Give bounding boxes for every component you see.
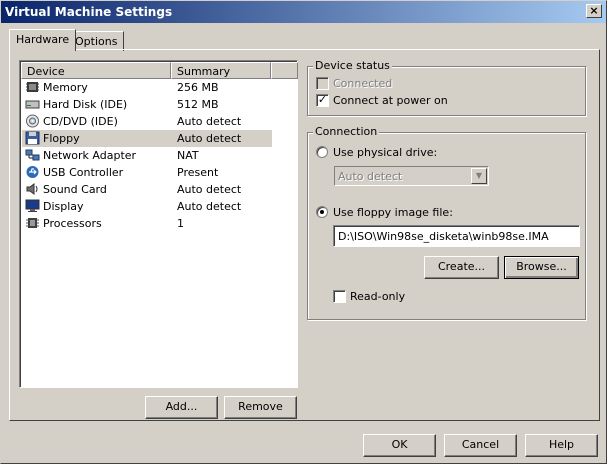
close-icon: × — [589, 4, 599, 17]
device-row-sound-card[interactable]: Sound Card Auto detect — [22, 181, 272, 198]
device-summary: Present — [177, 166, 219, 179]
create-button[interactable]: Create... — [424, 256, 499, 279]
help-button[interactable]: Help — [525, 434, 598, 457]
tab-options[interactable]: Options — [68, 31, 125, 51]
device-status-title: Device status — [313, 59, 392, 72]
use-physical-drive-radio[interactable] — [316, 146, 328, 158]
floppy-icon — [25, 131, 40, 145]
ok-label: OK — [391, 438, 408, 451]
add-device-button[interactable]: Add... — [145, 396, 218, 419]
create-label: Create... — [437, 260, 486, 273]
use-physical-drive-label[interactable]: Use physical drive: — [333, 146, 437, 159]
device-name: Floppy — [43, 132, 80, 145]
device-summary: Auto detect — [177, 183, 242, 196]
column-header-summary-label: Summary — [177, 65, 231, 78]
device-name: Network Adapter — [43, 149, 137, 162]
device-row-cd-dvd[interactable]: CD/DVD (IDE) Auto detect — [22, 113, 272, 130]
device-summary: Auto detect — [177, 115, 242, 128]
device-row-usb-controller[interactable]: USB Controller Present — [22, 164, 272, 181]
read-only-checkbox[interactable] — [333, 290, 346, 303]
device-name: Sound Card — [43, 183, 107, 196]
device-list[interactable]: Device Summary Memory 256 MB Hard Disk (… — [19, 60, 298, 388]
connection-title: Connection — [313, 125, 380, 138]
use-floppy-image-radio[interactable] — [316, 206, 328, 218]
title-bar: Virtual Machine Settings × — [1, 1, 606, 23]
device-name: CD/DVD (IDE) — [43, 115, 118, 128]
device-row-display[interactable]: Display Auto detect — [22, 198, 272, 215]
device-list-header: Device Summary — [21, 62, 298, 79]
tab-hardware-label: Hardware — [16, 33, 70, 46]
display-icon — [25, 199, 40, 212]
close-button[interactable]: × — [586, 4, 602, 18]
cancel-label: Cancel — [461, 438, 500, 451]
device-summary: 1 — [177, 217, 184, 230]
device-row-processors[interactable]: Processors 1 — [22, 215, 272, 232]
use-floppy-image-label[interactable]: Use floppy image file: — [333, 206, 453, 219]
connect-at-power-on-checkbox[interactable]: ✓ — [316, 94, 329, 107]
device-name: Display — [43, 200, 84, 213]
remove-device-button[interactable]: Remove — [224, 396, 297, 419]
cd-dvd-icon — [26, 114, 39, 128]
virtual-machine-settings-dialog: Virtual Machine Settings × Hardware Opti… — [0, 0, 607, 464]
browse-button[interactable]: Browse... — [504, 256, 579, 279]
device-summary: 256 MB — [177, 81, 219, 94]
device-summary: Auto detect — [177, 200, 242, 213]
read-only-label[interactable]: Read-only — [350, 290, 405, 303]
browse-label: Browse... — [516, 260, 567, 273]
dropdown-arrow-icon: ▼ — [471, 168, 487, 184]
floppy-image-path-value: D:\ISO\Win98se_disketa\winb98se.IMA — [338, 230, 549, 243]
sound-card-icon — [26, 183, 38, 195]
device-row-floppy[interactable]: Floppy Auto detect — [22, 130, 272, 147]
device-summary: NAT — [177, 149, 199, 162]
device-row-memory[interactable]: Memory 256 MB — [22, 79, 272, 96]
usb-icon — [26, 166, 39, 178]
column-header-filler — [271, 62, 298, 79]
device-row-network-adapter[interactable]: Network Adapter NAT — [22, 147, 272, 164]
help-label: Help — [548, 438, 575, 451]
device-name: USB Controller — [43, 166, 124, 179]
add-device-label: Add... — [165, 400, 198, 413]
device-name: Memory — [43, 81, 88, 94]
tab-hardware[interactable]: Hardware — [9, 29, 77, 51]
device-status-group — [307, 66, 586, 116]
column-header-summary[interactable]: Summary — [171, 62, 271, 79]
hard-disk-icon — [25, 100, 40, 109]
ok-button[interactable]: OK — [363, 434, 436, 457]
device-summary: Auto detect — [177, 132, 242, 145]
device-name: Hard Disk (IDE) — [43, 98, 128, 111]
connected-checkbox — [316, 77, 329, 90]
tab-options-label: Options — [75, 35, 118, 48]
column-header-device-label: Device — [27, 65, 65, 78]
device-row-hard-disk[interactable]: Hard Disk (IDE) 512 MB — [22, 96, 272, 113]
memory-icon — [26, 82, 39, 92]
physical-drive-select: Auto detect ▼ — [334, 166, 489, 186]
cancel-button[interactable]: Cancel — [444, 434, 517, 457]
floppy-image-path-input[interactable]: D:\ISO\Win98se_disketa\winb98se.IMA — [333, 225, 580, 247]
processor-icon — [26, 218, 39, 228]
window-title: Virtual Machine Settings — [5, 5, 173, 19]
physical-drive-value: Auto detect — [338, 170, 403, 183]
device-name: Processors — [43, 217, 102, 230]
connect-at-power-on-label[interactable]: Connect at power on — [333, 94, 448, 107]
column-header-device[interactable]: Device — [21, 62, 171, 79]
device-summary: 512 MB — [177, 98, 219, 111]
checkmark-icon: ✓ — [317, 93, 328, 106]
connected-label: Connected — [333, 77, 393, 90]
remove-device-label: Remove — [238, 400, 283, 413]
network-adapter-icon — [25, 149, 40, 161]
